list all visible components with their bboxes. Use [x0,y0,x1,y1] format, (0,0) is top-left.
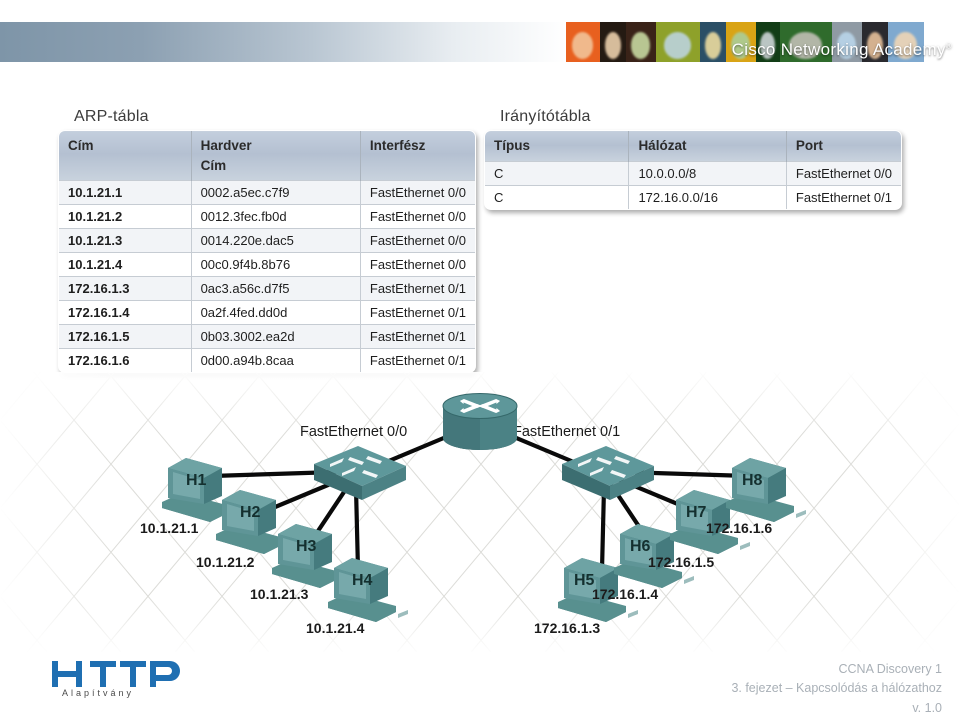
footer-course-info: CCNA Discovery 1 3. fejezet – Kapcsolódá… [731,660,942,718]
arp-col-interface: Interfész [360,131,475,181]
table-cell: FastEthernet 0/1 [360,348,475,373]
table-cell: 10.1.21.3 [59,228,192,253]
arp-col-interface-line1: Interfész [369,138,426,153]
table-cell: FastEthernet 0/0 [360,180,475,205]
host-ip-label: 10.1.21.4 [306,620,365,636]
host-ip-label: 172.16.1.4 [592,586,659,602]
table-cell: FastEthernet 0/0 [360,228,475,253]
table-cell: FastEthernet 0/0 [360,204,475,229]
host-icon-h4[interactable] [318,552,410,629]
routing-table-title: Irányítótábla [500,108,591,125]
arp-table-panel: ARP-tábla Cím Hardver Cím Interfész 10.1… [58,108,476,374]
table-cell: FastEthernet 0/0 [786,160,901,186]
arp-col-address: Cím [59,131,192,181]
page-header: Cisco Networking Academy® [0,0,960,62]
table-row: 172.16.1.5 0b03.3002.ea2d FastEthernet 0/1 [59,324,475,349]
arp-table-body: 10.1.21.1 0002.a5ec.c7f9 FastEthernet 0/0 1… [59,180,475,373]
table-cell: 10.1.21.4 [59,252,192,277]
arp-table: Cím Hardver Cím Interfész 10.1.21.1 0002.… [58,130,476,374]
host-ip-label: 172.16.1.3 [534,620,601,636]
routing-col-network: Hálózat [628,130,787,162]
table-cell: C [485,160,630,186]
footer-line-1: CCNA Discovery 1 [838,662,943,676]
switch-left-icon[interactable] [306,442,412,509]
network-topology-diagram: FastEthernet 0/0 FastEthernet 0/1 H1 10.… [0,372,960,652]
table-cell: 0012.3fec.fb0d [191,204,361,229]
table-cell: 10.0.0.0/8 [628,160,787,186]
table-cell: 10.1.21.1 [59,180,192,205]
table-cell: 0b03.3002.ea2d [191,324,361,349]
table-cell: FastEthernet 0/1 [360,324,475,349]
table-cell: FastEthernet 0/1 [360,300,475,325]
footer-line-3: v. 1.0 [912,700,942,715]
arp-col-hw-line2: Cím [200,157,227,173]
switch-right-icon[interactable] [554,442,660,509]
table-cell: FastEthernet 0/0 [360,252,475,277]
routing-table: Típus Hálózat Port C 10.0.0.0/8 FastEthern… [484,130,902,210]
table-row: 172.16.1.3 0ac3.a56c.d7f5 FastEthernet 0/1 [59,276,475,301]
host-ip-label: 10.1.21.1 [140,520,199,536]
trademark-symbol: ® [945,41,952,51]
routing-col-port: Port [786,130,901,162]
table-cell: C [485,184,630,209]
table-cell: 172.16.1.5 [59,324,192,349]
host-ip-label: 10.1.21.2 [196,554,255,570]
table-row: 10.1.21.2 0012.3fec.fb0d FastEthernet 0/0 [59,204,475,229]
arp-header-row: Cím Hardver Cím Interfész [59,131,475,181]
arp-col-hw-line1: Hardver [200,138,252,153]
brand-label: Cisco Networking Academy [731,40,946,59]
header-gradient-bar [0,22,566,62]
collage-tile [700,22,726,62]
collage-tile [626,22,656,62]
host-ip-label: 10.1.21.3 [250,586,309,602]
interface-label-fa00: FastEthernet 0/0 [300,424,408,440]
table-cell: 172.16.0.0/16 [628,184,787,209]
table-cell: 172.16.1.6 [59,348,192,373]
collage-tile [656,22,700,62]
routing-col-type: Típus [485,130,630,162]
router-icon[interactable] [430,390,530,457]
arp-col-address-line1: Cím [68,138,94,153]
arp-table-head: Cím Hardver Cím Interfész [59,131,475,181]
table-cell: FastEthernet 0/1 [360,276,475,301]
collage-tile [566,22,600,62]
table-cell: 0002.a5ec.c7f9 [191,180,361,205]
table-row: 172.16.1.6 0d00.a94b.8caa FastEthernet 0/1 [59,348,475,373]
table-row: 10.1.21.1 0002.a5ec.c7f9 FastEthernet 0/0 [59,180,475,205]
table-cell: 0d00.a94b.8caa [191,348,361,373]
table-cell: 00c0.9f4b.8b76 [191,252,361,277]
arp-col-hardware-address: Hardver Cím [191,131,361,181]
host-ip-label: 172.16.1.5 [648,554,715,570]
table-cell: 0014.220e.dac5 [191,228,361,253]
table-row: 10.1.21.3 0014.220e.dac5 FastEthernet 0/0 [59,228,475,253]
table-row: C 10.0.0.0/8 FastEthernet 0/0 [485,160,901,186]
table-cell: FastEthernet 0/1 [786,184,901,209]
collage-tile [600,22,626,62]
logo-subtext: Alapítvány [62,688,135,698]
host-icon-h8[interactable] [716,452,808,529]
table-cell: 172.16.1.3 [59,276,192,301]
routing-header-row: Típus Hálózat Port [485,130,901,162]
footer-line-2: 3. fejezet – Kapcsolódás a hálózathoz [731,681,942,696]
table-cell: 0a2f.4fed.dd0d [191,300,361,325]
arp-table-title: ARP-tábla [74,108,149,125]
host-ip-label: 172.16.1.6 [706,520,773,536]
table-cell: 172.16.1.4 [59,300,192,325]
routing-table-body: C 10.0.0.0/8 FastEthernet 0/0 C 172.16.0.0/1… [485,160,901,209]
table-row: C 172.16.0.0/16 FastEthernet 0/1 [485,184,901,209]
table-cell: 0ac3.a56c.d7f5 [191,276,361,301]
table-row: 172.16.1.4 0a2f.4fed.dd0d FastEthernet 0/1 [59,300,475,325]
routing-table-head: Típus Hálózat Port [485,130,901,162]
table-cell: 10.1.21.2 [59,204,192,229]
table-row: 10.1.21.4 00c0.9f4b.8b76 FastEthernet 0/0 [59,252,475,277]
routing-table-panel: Irányítótábla Típus Hálózat Port C 10.0.0… [484,108,902,210]
cisco-networking-academy-brand: Cisco Networking Academy® [732,40,952,60]
